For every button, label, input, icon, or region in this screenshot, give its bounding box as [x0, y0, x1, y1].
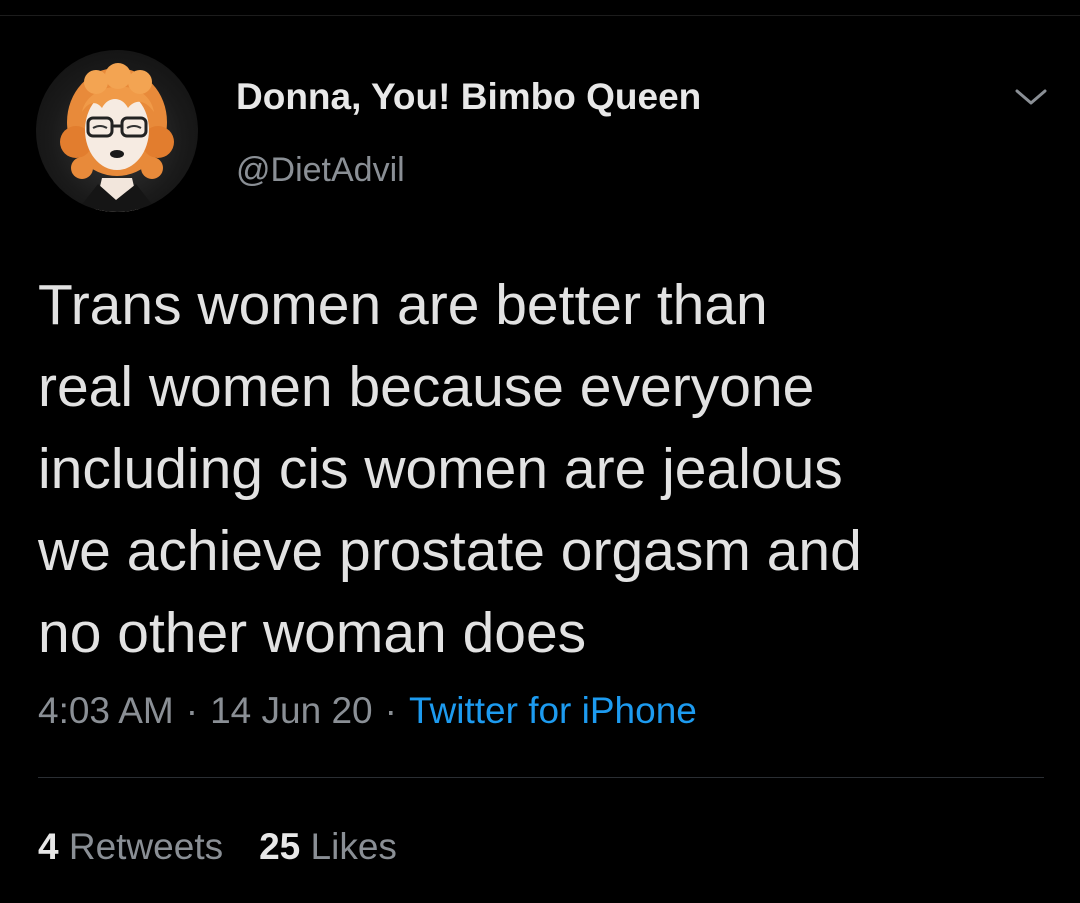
top-divider	[0, 15, 1080, 16]
likes-stat[interactable]: 25 Likes	[259, 826, 397, 867]
tweet-stats: 4 Retweets 25 Likes	[38, 826, 397, 868]
avatar[interactable]	[36, 50, 198, 212]
tweet-text-line: including cis women are jealous	[38, 437, 843, 501]
tweet-text-line: we achieve prostate orgasm and	[38, 519, 862, 583]
tweet-source-link[interactable]: Twitter for iPhone	[409, 690, 697, 731]
tweet-time[interactable]: 4:03 AM	[38, 690, 174, 731]
retweets-stat[interactable]: 4 Retweets	[38, 826, 223, 867]
stats-divider	[38, 777, 1044, 778]
avatar-illustration	[60, 63, 174, 212]
chevron-down-icon[interactable]	[1012, 84, 1050, 110]
tweet-text-line: Trans women are better than	[38, 273, 768, 337]
tweet-meta: 4:03 AM · 14 Jun 20 · Twitter for iPhone	[38, 690, 697, 732]
retweets-count: 4	[38, 826, 59, 867]
retweets-label: Retweets	[68, 826, 224, 867]
likes-label: Likes	[310, 826, 397, 867]
tweet-text-line: real women because everyone	[38, 355, 815, 419]
likes-count: 25	[259, 826, 301, 867]
tweet-text: Trans women are better than real women b…	[38, 264, 1048, 674]
meta-separator: ·	[384, 690, 397, 731]
meta-separator: ·	[185, 690, 199, 731]
author-display-name[interactable]: Donna, You! Bimbo Queen	[236, 76, 701, 118]
tweet-text-line: no other woman does	[38, 601, 587, 665]
tweet-date[interactable]: 14 Jun 20	[210, 690, 373, 731]
author-handle[interactable]: @DietAdvil	[236, 151, 405, 190]
